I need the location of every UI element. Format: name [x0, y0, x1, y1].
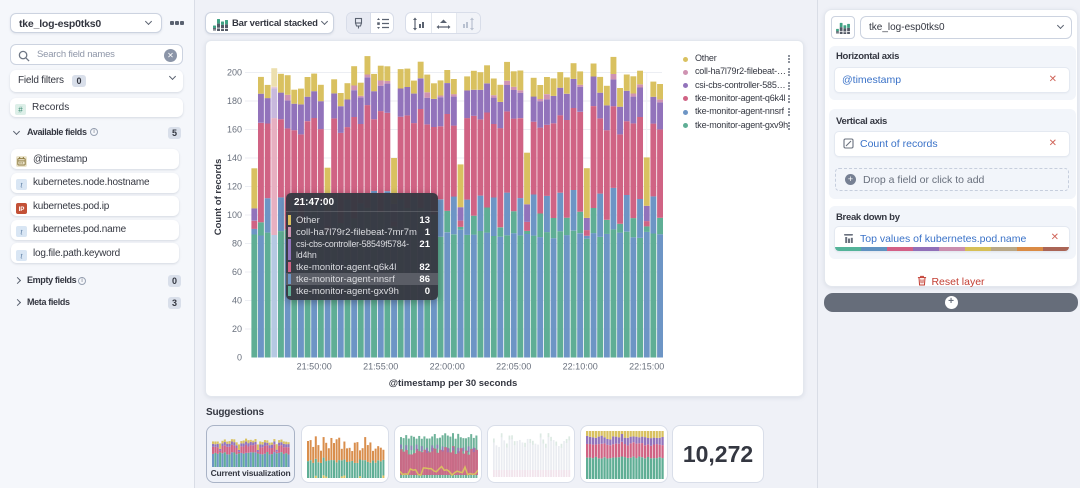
svg-text:120: 120 — [227, 182, 242, 192]
svg-text:21:55:00: 21:55:00 — [363, 362, 398, 372]
svg-text:20: 20 — [232, 324, 242, 334]
svg-text:60: 60 — [232, 267, 242, 277]
svg-text:40: 40 — [232, 296, 242, 306]
svg-text:0: 0 — [237, 353, 242, 363]
svg-text:140: 140 — [227, 153, 242, 163]
svg-text:#: # — [18, 105, 23, 114]
svg-text:22:10:00: 22:10:00 — [563, 362, 598, 372]
svg-text:100: 100 — [227, 210, 242, 220]
svg-text:22:05:00: 22:05:00 — [496, 362, 531, 372]
svg-text:80: 80 — [232, 239, 242, 249]
svg-text:21:50:00: 21:50:00 — [297, 362, 332, 372]
svg-text:200: 200 — [227, 68, 242, 78]
svg-text:IP: IP — [19, 206, 25, 213]
svg-text:@timestamp per 30 seconds: @timestamp per 30 seconds — [389, 378, 518, 389]
svg-text:160: 160 — [227, 125, 242, 135]
svg-text:180: 180 — [227, 96, 242, 106]
svg-text:Count of records: Count of records — [213, 159, 224, 236]
svg-text:22:00:00: 22:00:00 — [430, 362, 465, 372]
svg-text:22:15:00: 22:15:00 — [629, 362, 664, 372]
